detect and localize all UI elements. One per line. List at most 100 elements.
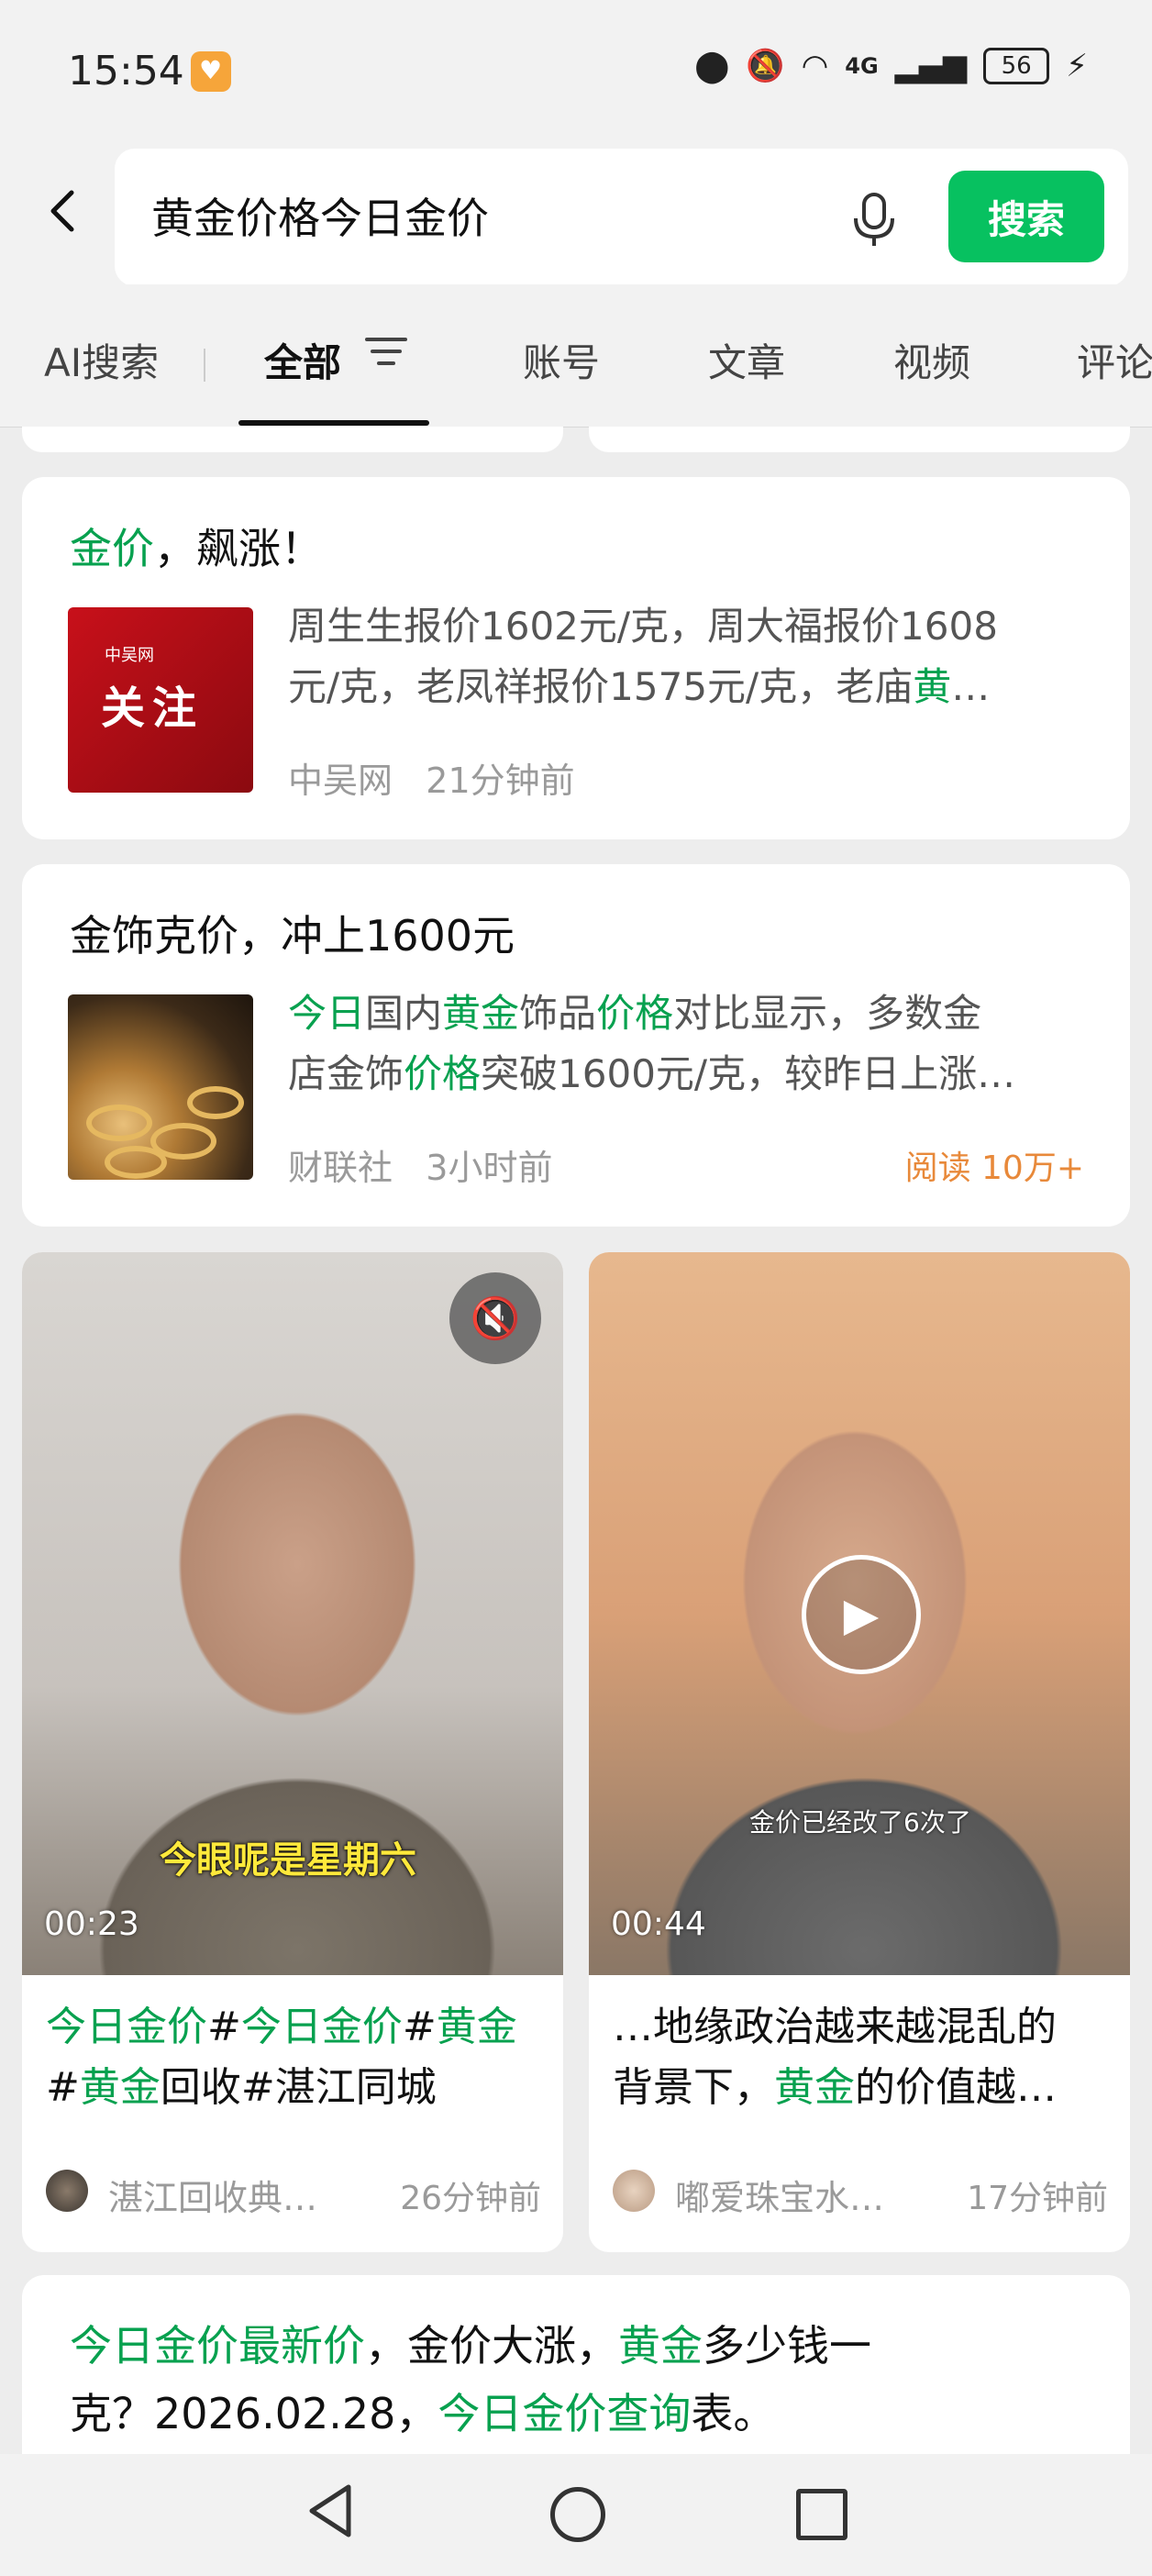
summary-text: 突破1600元/克，较昨日上涨… [481, 1051, 1016, 1096]
battery-icon: 56 [983, 48, 1050, 84]
summary-text: 国内 [365, 991, 443, 1036]
charging-icon: ⚡ [1066, 48, 1088, 84]
tab-accounts[interactable]: 账号 [523, 332, 600, 388]
video-title[interactable]: 今日金价#今日金价#黄金 #黄金回收#湛江同城 [46, 1997, 541, 2118]
location-icon: ⬤ [694, 48, 730, 84]
article-source: 中吴网 [288, 761, 393, 801]
title-text: # [207, 2004, 241, 2050]
video-subtitle: 金价已经改了6次了 [749, 1807, 971, 1838]
summary-text: 店金饰 [288, 1051, 404, 1096]
summary-highlight: 今日 [288, 991, 366, 1036]
ring-shape [105, 1146, 167, 1179]
article-title[interactable]: 金饰克价，冲上1600元 [70, 903, 515, 963]
thumbnail-text: 关注 [101, 683, 205, 734]
results-list[interactable]: 金价，飙涨！ 中吴网 关注 周生生报价1602元/克，周大福报价1608 元/克… [0, 427, 1152, 2454]
video-thumbnail[interactable]: 🔇 今眼呢是星期六 00:23 [22, 1252, 563, 1975]
search-button[interactable]: 搜索 [948, 171, 1104, 262]
title-text: 表。 [691, 2389, 776, 2438]
avatar[interactable] [613, 2170, 655, 2212]
article-time: 21分钟前 [426, 761, 575, 801]
summary-line: 今日国内黄金饰品价格对比显示，多数金 [288, 983, 1095, 1044]
article-card[interactable]: 今日金价最新价，金价大涨，黄金多少钱一 克？2026.02.28，今日金价查询表。 [22, 2275, 1130, 2454]
network-type: 4G [845, 53, 879, 79]
tab-comments[interactable]: 评论 [1077, 332, 1152, 388]
tab-all[interactable]: 全部 [264, 332, 341, 388]
search-header: 黄金价格今日金价 搜索 [0, 147, 1152, 286]
read-count: 阅读 10万+ [904, 1149, 1084, 1187]
summary-text: 饰品 [519, 991, 597, 1036]
summary-line: 元/克，老凤祥报价1575元/克，老庙黄… [288, 657, 1095, 717]
mute-icon[interactable]: 🔇 [449, 1272, 541, 1364]
title-text: 多少钱一 [703, 2321, 871, 2371]
title-highlight: 金价 [70, 524, 154, 573]
article-thumbnail[interactable] [68, 994, 253, 1180]
article-meta: 中吴网 21分钟前 [288, 752, 575, 803]
title-highlight: 今日金价最新价 [70, 2321, 365, 2371]
search-input[interactable]: 黄金价格今日金价 搜索 [115, 149, 1128, 286]
status-icons: ⬤ 🔕 ◠ 4G ▂▄▆ 56 ⚡ [694, 48, 1088, 84]
nav-recents-icon[interactable] [796, 2489, 847, 2540]
video-card[interactable]: 🔇 今眼呢是星期六 00:23 今日金价#今日金价#黄金 #黄金回收#湛江同城 湛… [22, 1252, 563, 2252]
video-duration: 00:44 [611, 1905, 706, 1943]
video-thumbnail[interactable]: ▶ 金价已经改了6次了 00:44 [589, 1252, 1130, 1975]
chevron-left-icon [50, 190, 74, 232]
article-card[interactable]: 金价，飙涨！ 中吴网 关注 周生生报价1602元/克，周大福报价1608 元/克… [22, 477, 1130, 839]
play-icon[interactable]: ▶ [802, 1555, 921, 1674]
video-duration: 00:23 [44, 1905, 139, 1943]
title-highlight: 黄金 [618, 2321, 703, 2371]
ring-shape [187, 1086, 244, 1119]
title-highlight: 今日金价 [46, 2004, 207, 2050]
tab-videos[interactable]: 视频 [893, 332, 970, 388]
summary-highlight: 价格 [404, 1051, 482, 1096]
system-nav-bar [0, 2454, 1152, 2576]
thumbnail-logo-text: 中吴网 [105, 646, 154, 665]
filter-icon[interactable] [365, 338, 407, 369]
title-text: # [402, 2004, 437, 2050]
video-author[interactable]: 嘟爱珠宝水… [675, 2170, 884, 2220]
active-tab-indicator [238, 420, 429, 426]
wifi-icon: ◠ [801, 48, 829, 84]
title-text: ，金价大涨， [365, 2321, 618, 2371]
article-title[interactable]: 今日金价最新价，金价大涨，黄金多少钱一 克？2026.02.28，今日金价查询表。 [70, 2312, 1088, 2448]
article-thumbnail[interactable]: 中吴网 关注 [68, 607, 253, 793]
avatar[interactable] [46, 2170, 88, 2212]
video-title[interactable]: …地缘政治越来越混乱的 背景下，黄金的价值越… [613, 1997, 1108, 2118]
title-text: 克？2026.02.28， [70, 2389, 438, 2438]
article-title[interactable]: 金价，飙涨！ [70, 516, 323, 576]
app-notification-icon [191, 51, 231, 92]
previous-card-edge [22, 427, 563, 452]
microphone-icon[interactable] [848, 191, 900, 246]
signal-icon: ▂▄▆ [894, 48, 968, 84]
previous-card-edge [589, 427, 1130, 452]
summary-line: 周生生报价1602元/克，周大福报价1608 [288, 604, 998, 649]
ring-shape [86, 1105, 152, 1141]
article-meta: 财联社 3小时前 [288, 1139, 552, 1190]
title-text: …地缘政治越来越混乱的 [613, 2004, 1057, 2050]
tab-separator [204, 349, 205, 382]
video-author[interactable]: 湛江回收典… [108, 2170, 317, 2220]
summary-text: … [951, 664, 991, 709]
back-button[interactable] [37, 183, 92, 239]
summary-highlight: 黄金 [442, 991, 520, 1036]
article-time: 3小时前 [426, 1148, 553, 1188]
summary-line: 店金饰价格突破1600元/克，较昨日上涨… [288, 1044, 1095, 1105]
title-highlight: 黄金 [79, 2064, 161, 2111]
title-highlight: 今日金价 [240, 2004, 403, 2050]
video-subtitle: 今眼呢是星期六 [160, 1839, 416, 1882]
article-card[interactable]: 金饰克价，冲上1600元 今日国内黄金饰品价格对比显示，多数金 店金饰价格突破1… [22, 864, 1130, 1227]
status-bar: 15:54 ⬤ 🔕 ◠ 4G ▂▄▆ 56 ⚡ [0, 0, 1152, 147]
video-time: 17分钟前 [967, 2180, 1108, 2217]
search-query[interactable]: 黄金价格今日金价 [151, 185, 489, 246]
nav-home-icon[interactable] [550, 2487, 605, 2542]
tab-ai-search[interactable]: AI搜索 [44, 332, 159, 388]
search-tabs: AI搜索 全部 账号 文章 视频 评论 [0, 284, 1152, 427]
summary-text: 对比显示，多数金 [673, 991, 982, 1036]
title-highlight: 黄金 [436, 2004, 517, 2050]
video-card[interactable]: ▶ 金价已经改了6次了 00:44 …地缘政治越来越混乱的 背景下，黄金的价值越…… [589, 1252, 1130, 2252]
article-summary: 周生生报价1602元/克，周大福报价1608 元/克，老凤祥报价1575元/克，… [288, 596, 1095, 717]
summary-highlight: 黄 [913, 664, 952, 709]
tab-articles[interactable]: 文章 [708, 332, 785, 388]
nav-back-icon[interactable] [303, 2482, 358, 2540]
title-text: ，飙涨！ [154, 524, 323, 573]
summary-highlight: 价格 [596, 991, 674, 1036]
